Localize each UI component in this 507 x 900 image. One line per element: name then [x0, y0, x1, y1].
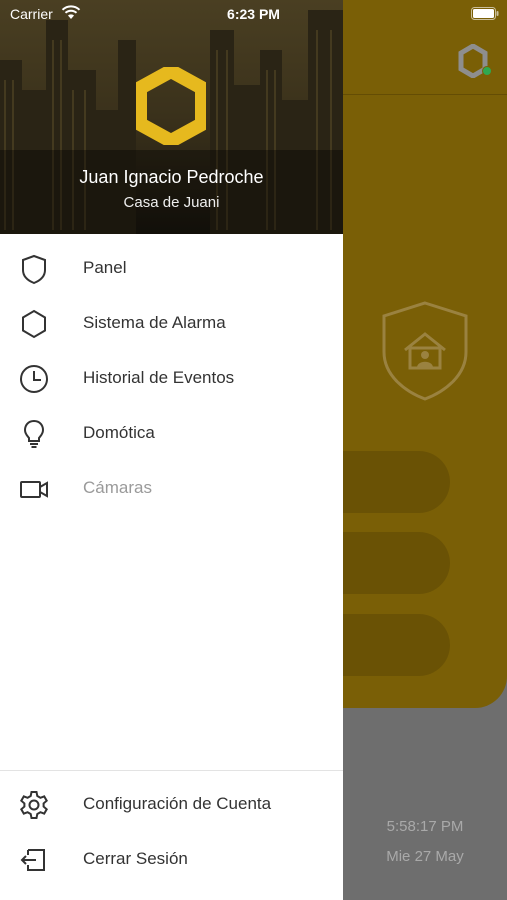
last-event-date: Mie 27 May — [386, 848, 464, 865]
drawer-header: Juan Ignacio Pedroche Casa de Juani — [0, 0, 343, 234]
user-name: Juan Ignacio Pedroche — [79, 167, 264, 187]
menu-item-label: Domótica — [83, 423, 155, 442]
background-header-divider — [343, 94, 507, 95]
navigation-drawer: Juan Ignacio Pedroche Casa de Juani Pane… — [0, 0, 343, 900]
menu-item-panel[interactable]: Panel — [0, 241, 343, 296]
footer-divider — [0, 770, 343, 771]
menu-item-cameras[interactable]: Cámaras — [0, 461, 343, 516]
status-bar: Carrier 6:23 PM — [0, 0, 507, 28]
battery-icon — [471, 7, 499, 20]
lightbulb-icon — [23, 419, 45, 448]
last-event-time: 5:58:17 PM — [386, 818, 464, 835]
gear-icon — [20, 791, 48, 819]
video-camera-icon — [20, 481, 48, 498]
logout-icon — [20, 849, 45, 871]
hexagon-icon — [22, 309, 46, 339]
home-name: Casa de Juani — [123, 194, 220, 211]
drawer-menu: Panel Sistema de Alarma Historial de Eve… — [0, 241, 343, 516]
menu-item-logout[interactable]: Cerrar Sesión — [0, 832, 343, 887]
menu-item-label: Configuración de Cuenta — [83, 794, 272, 813]
menu-item-label: Cerrar Sesión — [83, 849, 188, 868]
online-status-dot — [482, 66, 492, 76]
home-shield-icon — [382, 301, 468, 401]
clock-icon — [20, 365, 48, 393]
menu-item-home-automation[interactable]: Domótica — [0, 406, 343, 461]
menu-item-label: Panel — [83, 258, 127, 277]
menu-item-label: Cámaras — [83, 478, 152, 497]
menu-item-event-history[interactable]: Historial de Eventos — [0, 351, 343, 406]
menu-item-label: Sistema de Alarma — [83, 313, 226, 332]
menu-item-alarm-system[interactable]: Sistema de Alarma — [0, 296, 343, 351]
shield-icon — [22, 254, 46, 285]
alarm-logo-icon — [136, 67, 206, 145]
clock: 6:23 PM — [227, 6, 280, 22]
drawer-footer: Configuración de Cuenta Cerrar Sesión — [0, 777, 343, 887]
menu-item-label: Historial de Eventos — [83, 368, 235, 387]
menu-item-account-settings[interactable]: Configuración de Cuenta — [0, 777, 343, 832]
